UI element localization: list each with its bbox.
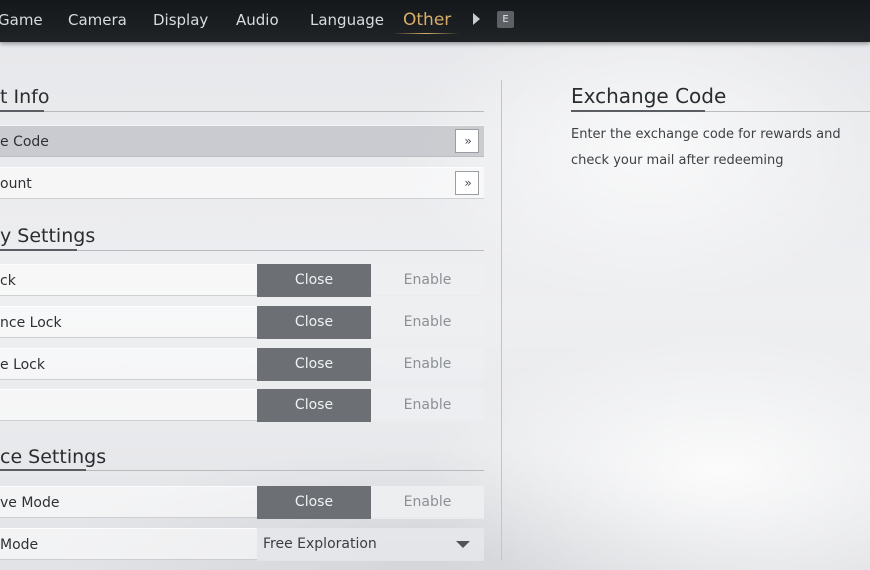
row-label: e Lock bbox=[0, 357, 45, 373]
row-exchange-code[interactable]: e Code » bbox=[0, 125, 484, 157]
close-toggle-button[interactable]: Close bbox=[257, 389, 371, 422]
top-nav-bar: Game Camera Display Audio Language Other… bbox=[0, 0, 870, 42]
next-tab-key-hint: E bbox=[497, 11, 514, 28]
row-label: ount bbox=[0, 176, 32, 192]
row-account[interactable]: ount » bbox=[0, 167, 484, 199]
detail-title: Exchange Code bbox=[571, 84, 727, 108]
close-toggle-button[interactable]: Close bbox=[257, 348, 371, 381]
row-label: ck bbox=[0, 273, 16, 289]
row-privacy-2: nce Lock Close Enable bbox=[0, 306, 484, 339]
close-toggle-button[interactable]: Close bbox=[257, 264, 371, 297]
row-label: ve Mode bbox=[0, 495, 60, 511]
row-privacy-4: Close Enable bbox=[0, 389, 484, 422]
chevron-down-icon bbox=[456, 541, 470, 548]
row-exploration-mode: Mode Free Exploration bbox=[0, 528, 484, 561]
enable-toggle-button[interactable]: Enable bbox=[371, 486, 484, 519]
tab-game[interactable]: Game bbox=[0, 0, 43, 42]
close-toggle-button[interactable]: Close bbox=[257, 486, 371, 519]
section-title-device: ce Settings bbox=[0, 446, 107, 468]
panel-divider bbox=[501, 80, 502, 560]
row-device-mode: ve Mode Close Enable bbox=[0, 486, 484, 519]
row-label: nce Lock bbox=[0, 315, 62, 331]
detail-divider bbox=[571, 110, 870, 112]
row-label: Mode bbox=[0, 537, 39, 553]
section-divider bbox=[0, 249, 484, 251]
dropdown-value: Free Exploration bbox=[263, 536, 377, 552]
tab-language[interactable]: Language bbox=[310, 0, 384, 42]
section-title-privacy: y Settings bbox=[0, 225, 96, 247]
next-tab-arrow-icon[interactable] bbox=[473, 13, 480, 25]
enable-toggle-button[interactable]: Enable bbox=[371, 264, 484, 297]
active-tab-underline bbox=[393, 33, 459, 34]
enable-toggle-button[interactable]: Enable bbox=[371, 389, 484, 422]
section-divider bbox=[0, 469, 484, 471]
tab-other[interactable]: Other bbox=[403, 0, 451, 42]
mode-dropdown[interactable]: Free Exploration bbox=[257, 528, 484, 561]
tab-audio[interactable]: Audio bbox=[236, 0, 279, 42]
detail-description: Enter the exchange code for rewards and … bbox=[571, 127, 841, 168]
row-label: e Code bbox=[0, 134, 49, 150]
open-exchange-code-button[interactable]: » bbox=[455, 129, 479, 153]
section-divider bbox=[0, 110, 484, 112]
tab-display[interactable]: Display bbox=[153, 0, 208, 42]
tab-camera[interactable]: Camera bbox=[68, 0, 127, 42]
close-toggle-button[interactable]: Close bbox=[257, 306, 371, 339]
enable-toggle-button[interactable]: Enable bbox=[371, 306, 484, 339]
open-account-button[interactable]: » bbox=[455, 171, 479, 195]
row-privacy-3: e Lock Close Enable bbox=[0, 348, 484, 381]
enable-toggle-button[interactable]: Enable bbox=[371, 348, 484, 381]
section-title-account: t Info bbox=[0, 86, 50, 108]
row-privacy-1: ck Close Enable bbox=[0, 264, 484, 297]
